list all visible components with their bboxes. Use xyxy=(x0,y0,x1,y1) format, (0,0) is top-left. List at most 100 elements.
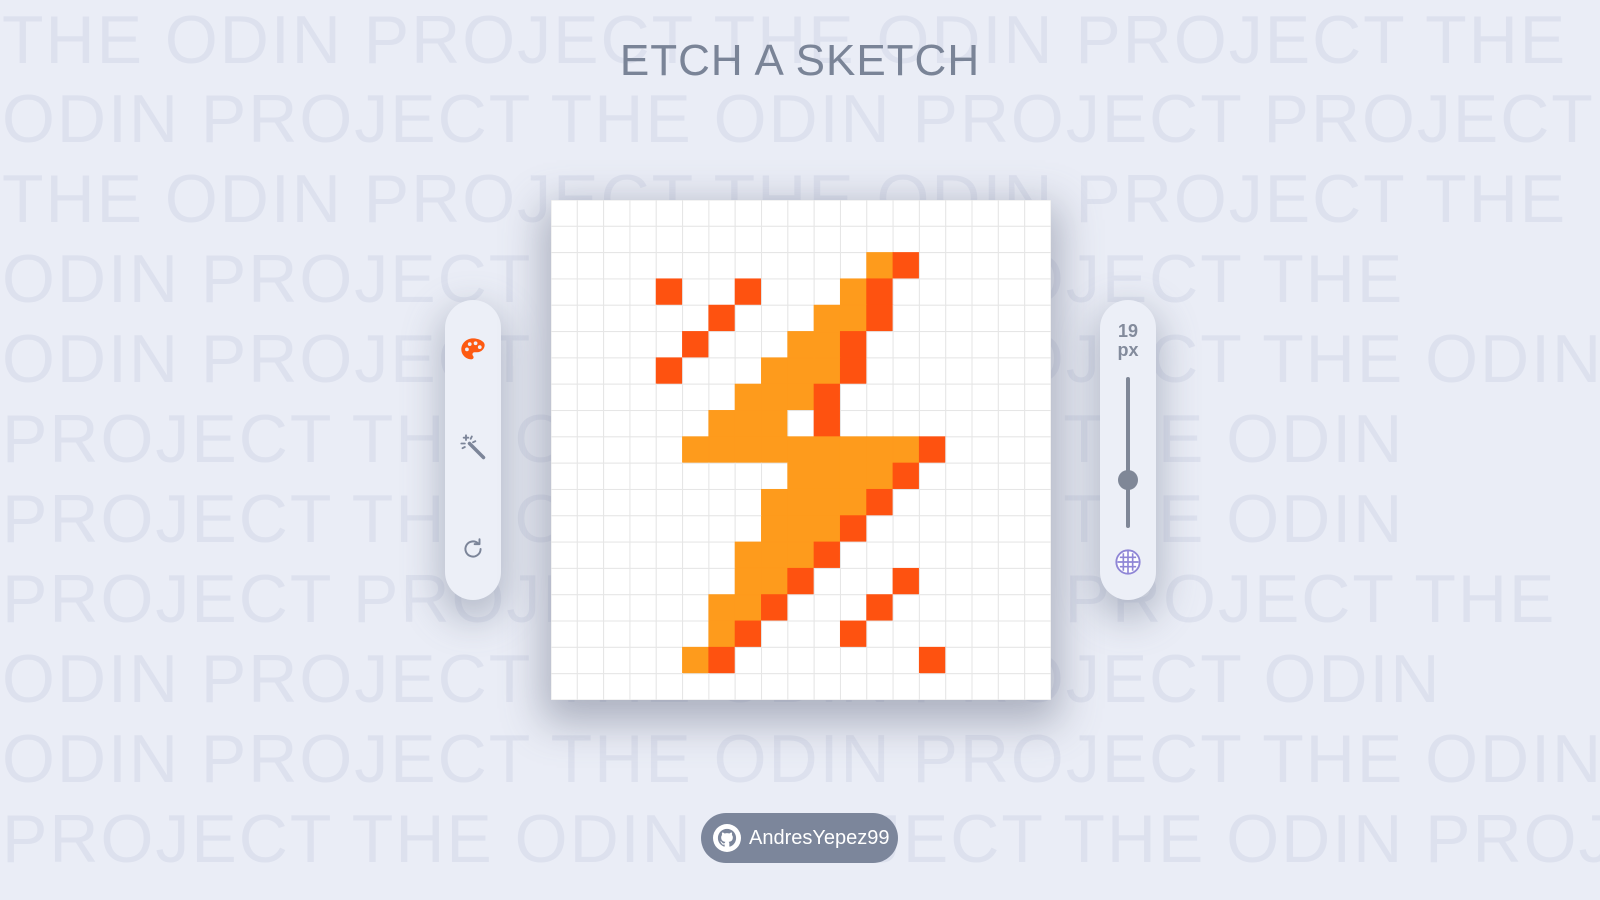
grid-cell[interactable] xyxy=(682,673,710,700)
grid-cell[interactable] xyxy=(839,383,868,412)
grid-cell[interactable] xyxy=(576,541,605,569)
grid-cell[interactable] xyxy=(708,462,736,490)
grid-cell[interactable] xyxy=(682,515,710,543)
grid-cell[interactable] xyxy=(655,331,684,359)
grid-cell[interactable] xyxy=(655,594,684,622)
grid-cell[interactable] xyxy=(866,410,894,438)
grid-cell[interactable] xyxy=(551,304,578,333)
painted-cell[interactable] xyxy=(892,462,920,490)
grid-cell[interactable] xyxy=(971,225,999,254)
grid-cell[interactable] xyxy=(839,410,868,438)
grid-cell[interactable] xyxy=(682,225,710,254)
grid-cell[interactable] xyxy=(655,436,684,464)
grid-cell[interactable] xyxy=(603,541,631,569)
grid-cell[interactable] xyxy=(1024,304,1051,333)
grid-cell[interactable] xyxy=(892,410,920,438)
painted-cell[interactable] xyxy=(813,488,841,517)
grid-cell[interactable] xyxy=(787,410,815,438)
grid-cell[interactable] xyxy=(603,331,631,359)
grid-cell[interactable] xyxy=(629,383,657,412)
grid-cell[interactable] xyxy=(945,488,973,517)
painted-cell[interactable] xyxy=(787,567,815,596)
grid-cell[interactable] xyxy=(603,620,631,648)
painted-cell[interactable] xyxy=(813,357,841,385)
grid-cell[interactable] xyxy=(839,673,868,700)
grid-cell[interactable] xyxy=(629,541,657,569)
grid-cell[interactable] xyxy=(551,331,578,359)
grid-cell[interactable] xyxy=(787,278,815,306)
grid-cell[interactable] xyxy=(551,515,578,543)
grid-cell[interactable] xyxy=(629,278,657,306)
grid-cell[interactable] xyxy=(655,488,684,517)
painted-cell[interactable] xyxy=(892,436,920,464)
grid-cell[interactable] xyxy=(655,567,684,596)
grid-cell[interactable] xyxy=(997,515,1026,543)
grid-cell[interactable] xyxy=(866,383,894,412)
grid-cell[interactable] xyxy=(971,410,999,438)
painted-cell[interactable] xyxy=(813,462,841,490)
grid-cell[interactable] xyxy=(761,462,789,490)
painted-cell[interactable] xyxy=(734,620,763,648)
grid-cell[interactable] xyxy=(892,383,920,412)
grid-size-slider-thumb[interactable] xyxy=(1118,469,1138,490)
grid-cell[interactable] xyxy=(655,252,684,280)
grid-cell[interactable] xyxy=(551,646,578,675)
grid-cell[interactable] xyxy=(997,567,1026,596)
grid-cell[interactable] xyxy=(997,252,1026,280)
grid-cell[interactable] xyxy=(682,383,710,412)
grid-cell[interactable] xyxy=(629,331,657,359)
grid-cell[interactable] xyxy=(708,488,736,517)
grid-cell[interactable] xyxy=(603,567,631,596)
grid-cell[interactable] xyxy=(945,357,973,385)
grid-cell[interactable] xyxy=(945,620,973,648)
sketch-canvas[interactable] xyxy=(551,200,1051,700)
grid-cell[interactable] xyxy=(997,646,1026,675)
grid-cell[interactable] xyxy=(866,515,894,543)
grid-cell[interactable] xyxy=(761,200,789,227)
grid-cell[interactable] xyxy=(945,304,973,333)
painted-cell[interactable] xyxy=(787,515,815,543)
grid-cell[interactable] xyxy=(945,383,973,412)
grid-cell[interactable] xyxy=(734,646,763,675)
grid-cell[interactable] xyxy=(734,331,763,359)
grid-cell[interactable] xyxy=(629,567,657,596)
grid-cell[interactable] xyxy=(918,620,947,648)
grid-cell[interactable] xyxy=(997,594,1026,622)
grid-cell[interactable] xyxy=(787,646,815,675)
painted-cell[interactable] xyxy=(734,567,763,596)
grid-cell[interactable] xyxy=(892,225,920,254)
grid-cell[interactable] xyxy=(682,252,710,280)
grid-cell[interactable] xyxy=(918,673,947,700)
grid-cell[interactable] xyxy=(997,462,1026,490)
painted-cell[interactable] xyxy=(839,331,868,359)
grid-cell[interactable] xyxy=(1024,436,1051,464)
grid-cell[interactable] xyxy=(629,462,657,490)
grid-cell[interactable] xyxy=(1024,620,1051,648)
grid-cell[interactable] xyxy=(629,225,657,254)
grid-cell[interactable] xyxy=(708,515,736,543)
grid-cell[interactable] xyxy=(629,410,657,438)
painted-cell[interactable] xyxy=(734,594,763,622)
grid-cell[interactable] xyxy=(997,304,1026,333)
grid-cell[interactable] xyxy=(761,252,789,280)
grid-cell[interactable] xyxy=(655,462,684,490)
painted-cell[interactable] xyxy=(866,252,894,280)
grid-cell[interactable] xyxy=(576,488,605,517)
grid-cell[interactable] xyxy=(1024,488,1051,517)
grid-cell[interactable] xyxy=(576,383,605,412)
grid-cell[interactable] xyxy=(734,304,763,333)
grid-cell[interactable] xyxy=(682,357,710,385)
grid-cell[interactable] xyxy=(918,488,947,517)
painted-cell[interactable] xyxy=(866,462,894,490)
grid-cell[interactable] xyxy=(576,436,605,464)
painted-cell[interactable] xyxy=(787,357,815,385)
grid-cell[interactable] xyxy=(603,383,631,412)
grid-cell[interactable] xyxy=(708,225,736,254)
grid-cell[interactable] xyxy=(576,225,605,254)
grid-size-slider[interactable] xyxy=(1126,377,1130,528)
painted-cell[interactable] xyxy=(892,567,920,596)
grid-cell[interactable] xyxy=(866,225,894,254)
painted-cell[interactable] xyxy=(655,357,684,385)
grid-cell[interactable] xyxy=(892,331,920,359)
grid-cell[interactable] xyxy=(734,515,763,543)
